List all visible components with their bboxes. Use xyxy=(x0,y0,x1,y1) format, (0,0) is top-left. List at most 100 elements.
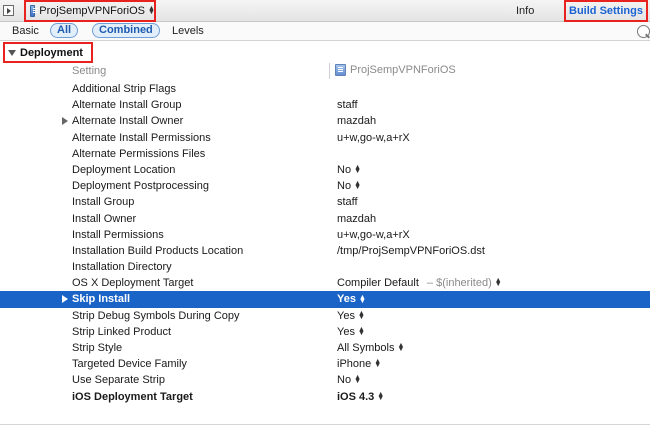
setting-name: Alternate Permissions Files xyxy=(72,147,206,160)
sidebar-toggle-icon[interactable] xyxy=(3,5,14,16)
setting-value[interactable]: No ▲ ▼ xyxy=(337,163,361,176)
setting-value[interactable]: staff xyxy=(337,99,358,111)
setting-value[interactable]: Yes ▲ ▼ xyxy=(337,293,366,306)
setting-value[interactable]: No ▲ ▼ xyxy=(337,374,361,386)
settings-table: Additional Strip Flags Alternate Install … xyxy=(0,81,650,405)
up-down-arrows-icon[interactable]: ▲ ▼ xyxy=(358,310,365,321)
setting-value[interactable]: iPhone ▲ ▼ xyxy=(337,358,381,371)
up-down-arrows-icon[interactable]: ▲ ▼ xyxy=(358,326,365,337)
up-down-arrows-icon[interactable]: ▲ ▼ xyxy=(354,164,361,175)
setting-name: Install Permissions xyxy=(72,228,164,241)
table-row[interactable]: iOS Deployment Target iOS 4.3 ▲ ▼ xyxy=(0,389,650,405)
setting-value-text: No xyxy=(337,180,352,193)
column-setting: Setting xyxy=(72,65,107,77)
target-name: ProjSempVPNForiOS xyxy=(39,5,145,17)
setting-value-text: iPhone xyxy=(337,358,372,371)
table-row[interactable]: Deployment Postprocessing No ▲ ▼ xyxy=(0,178,650,194)
setting-value-text: mazdah xyxy=(337,212,377,225)
table-row[interactable]: Alternate Permissions Files xyxy=(0,146,650,162)
setting-name: Install Owner xyxy=(72,212,137,225)
tab-build-settings[interactable]: Build Settings xyxy=(564,0,648,22)
target-selector[interactable]: ProjSempVPNForiOS ▲ ▼ xyxy=(24,0,156,22)
setting-name: Installation Build Products Location xyxy=(72,244,244,257)
table-row[interactable]: Install Group staff xyxy=(0,194,650,210)
table-row[interactable]: Install Owner mazdah xyxy=(0,211,650,227)
setting-value-text: Yes xyxy=(337,309,355,322)
up-down-arrows-icon[interactable]: ▲ ▼ xyxy=(354,374,361,385)
setting-value[interactable]: iOS 4.3 ▲ ▼ xyxy=(337,391,384,403)
filter-bar: Basic All Combined Levels xyxy=(0,22,650,41)
setting-value[interactable]: No ▲ ▼ xyxy=(337,180,361,193)
up-down-arrows-icon: ▲ ▼ xyxy=(148,5,155,16)
up-down-arrows-icon[interactable]: ▲ ▼ xyxy=(397,342,404,353)
setting-value[interactable]: Yes ▲ ▼ xyxy=(337,309,365,322)
filter-combined[interactable]: Combined xyxy=(92,23,160,38)
setting-value-text: Compiler Default xyxy=(337,277,419,290)
setting-value[interactable]: staff xyxy=(337,196,358,208)
filter-all[interactable]: All xyxy=(50,23,79,38)
setting-name: Additional Strip Flags xyxy=(72,83,176,95)
setting-name: Use Separate Strip xyxy=(72,374,165,387)
table-row[interactable]: Strip Style All Symbols ▲ ▼ xyxy=(0,340,650,356)
setting-value-text: Yes xyxy=(337,325,355,338)
section-title: Deployment xyxy=(20,46,83,59)
table-row[interactable]: Deployment Location No ▲ ▼ xyxy=(0,162,650,178)
filter-levels[interactable]: Levels xyxy=(172,25,204,37)
setting-name: Deployment Postprocessing xyxy=(72,180,209,193)
setting-value[interactable]: mazdah xyxy=(337,115,376,127)
setting-name: Strip Style xyxy=(72,342,123,354)
table-row[interactable]: Alternate Install Group staff xyxy=(0,97,650,113)
table-row[interactable]: Strip Debug Symbols During Copy Yes ▲ ▼ xyxy=(0,308,650,324)
setting-name: Install Group xyxy=(72,196,135,209)
search-icon[interactable] xyxy=(637,25,650,38)
setting-name: Installation Directory xyxy=(72,261,172,274)
setting-name: OS X Deployment Target xyxy=(72,277,194,290)
setting-value[interactable]: u+w,go-w,a+rX xyxy=(337,132,410,144)
filter-basic[interactable]: Basic xyxy=(12,25,39,37)
tab-info[interactable]: Info xyxy=(516,5,534,17)
column-separator xyxy=(329,63,330,79)
setting-name: Skip Install xyxy=(72,293,131,306)
setting-value[interactable]: All Symbols ▲ ▼ xyxy=(337,342,404,354)
up-down-arrows-icon[interactable]: ▲ ▼ xyxy=(374,358,381,369)
setting-name: iOS Deployment Target xyxy=(72,390,193,403)
table-row[interactable]: Strip Linked Product Yes ▲ ▼ xyxy=(0,324,650,340)
column-header: Setting ProjSempVPNForiOS xyxy=(0,62,650,80)
table-row[interactable]: OS X Deployment Target Compiler Default – … xyxy=(0,275,650,291)
setting-value[interactable]: /tmp/ProjSempVPNForiOS.dst xyxy=(337,245,485,257)
up-down-arrows-icon[interactable]: ▲ ▼ xyxy=(359,294,366,305)
setting-value[interactable]: Yes ▲ ▼ xyxy=(337,325,365,338)
table-row[interactable]: Use Separate Strip No ▲ ▼ xyxy=(0,372,650,388)
table-row[interactable]: Alternate Install Permissions u+w,go-w,a+… xyxy=(0,130,650,146)
up-down-arrows-icon[interactable]: ▲ ▼ xyxy=(495,277,502,288)
setting-value[interactable]: mazdah xyxy=(337,213,376,225)
setting-value-text: staff xyxy=(337,196,358,209)
table-row[interactable]: Alternate Install Owner mazdah xyxy=(0,113,650,129)
setting-value-text: /tmp/ProjSempVPNForiOS.dst xyxy=(337,244,485,257)
setting-name: Alternate Install Owner xyxy=(72,115,184,128)
setting-value[interactable]: u+w,go-w,a+rX xyxy=(337,229,410,241)
up-down-arrows-icon[interactable]: ▲ ▼ xyxy=(377,391,384,402)
table-row[interactable]: Installation Build Products Location/tmp… xyxy=(0,243,650,259)
table-row[interactable]: Additional Strip Flags xyxy=(0,81,650,97)
disclosure-triangle-icon[interactable] xyxy=(62,117,68,126)
table-row[interactable]: Targeted Device Family iPhone ▲ ▼ xyxy=(0,356,650,372)
table-row[interactable]: Skip Install Yes ▲ ▼ xyxy=(0,291,650,308)
table-row[interactable]: Installation Directory xyxy=(0,259,650,275)
bottom-divider xyxy=(0,424,650,425)
setting-name: Alternate Install Group xyxy=(72,99,182,112)
disclosure-triangle-icon[interactable] xyxy=(62,295,68,304)
setting-value-text: Yes xyxy=(337,293,356,306)
setting-value-text: mazdah xyxy=(337,115,377,128)
setting-value-text: staff xyxy=(337,99,358,112)
up-down-arrows-icon[interactable]: ▲ ▼ xyxy=(354,180,361,191)
setting-value[interactable]: Compiler Default – $(inherited) ▲ ▼ xyxy=(337,277,502,290)
section-deployment[interactable]: Deployment xyxy=(3,42,93,63)
table-row[interactable]: Install Permissions u+w,go-w,a+rX xyxy=(0,227,650,243)
target-icon xyxy=(30,5,39,17)
column-target: ProjSempVPNForiOS xyxy=(335,64,456,76)
disclosure-triangle-icon[interactable] xyxy=(8,49,16,56)
setting-value-text: u+w,go-w,a+rX xyxy=(337,228,410,241)
setting-value-text: No xyxy=(337,163,352,176)
setting-name: Deployment Location xyxy=(72,163,176,176)
